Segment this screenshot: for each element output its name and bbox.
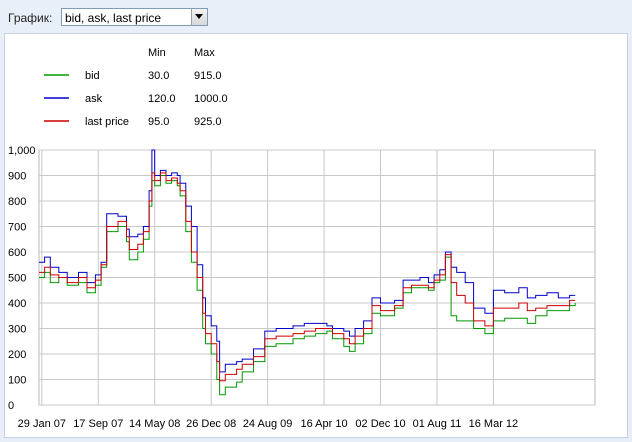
x-tick-label: 16 Mar 12 bbox=[469, 418, 519, 430]
y-tick-label: 300 bbox=[8, 324, 26, 336]
y-tick-label: 1,000 bbox=[8, 145, 36, 157]
toolbar: График: bid, ask, last price bbox=[0, 0, 632, 33]
series-line-ask bbox=[39, 149, 576, 373]
series-lines bbox=[39, 149, 576, 396]
legend-min-bid: 30.0 bbox=[148, 70, 169, 82]
legend: Min Max bid 30.0 915.0 ask 120.0 1000.0 … bbox=[44, 47, 228, 128]
y-tick-label: 400 bbox=[8, 298, 26, 310]
chart-series-select[interactable]: bid, ask, last price bbox=[61, 8, 208, 26]
legend-max-ask: 1000.0 bbox=[194, 93, 228, 105]
y-tick-label: 900 bbox=[8, 171, 26, 183]
y-tick-label: 600 bbox=[8, 247, 26, 259]
chevron-down-icon bbox=[195, 14, 203, 19]
legend-min-ask: 120.0 bbox=[148, 93, 176, 105]
y-tick-label: 500 bbox=[8, 273, 26, 285]
y-tick-label: 0 bbox=[8, 400, 14, 412]
legend-min-header: Min bbox=[148, 47, 166, 59]
y-tick-label: 800 bbox=[8, 196, 26, 208]
x-axis-ticks: 29 Jan 07 17 Sep 07 14 May 08 26 Dec 08 24 A… bbox=[18, 418, 519, 430]
x-tick-label: 14 May 08 bbox=[129, 418, 180, 430]
legend-label-last-price: last price bbox=[85, 116, 129, 128]
legend-max-last-price: 925.0 bbox=[194, 116, 222, 128]
y-tick-label: 100 bbox=[8, 375, 26, 387]
legend-max-bid: 915.0 bbox=[194, 70, 222, 82]
x-tick-label: 26 Dec 08 bbox=[186, 418, 236, 430]
x-tick-label: 24 Aug 09 bbox=[243, 418, 293, 430]
chart-select-label: График: bbox=[8, 11, 53, 25]
x-tick-label: 17 Sep 07 bbox=[73, 418, 123, 430]
grid bbox=[38, 149, 596, 406]
series-line-last-price bbox=[39, 172, 576, 382]
y-axis-ticks: 1,000 900 800 700 600 500 400 300 200 100 0 bbox=[8, 145, 36, 412]
legend-label-bid: bid bbox=[85, 70, 100, 82]
x-tick-label: 02 Dec 10 bbox=[355, 418, 405, 430]
legend-min-last-price: 95.0 bbox=[148, 116, 169, 128]
series-line-bid bbox=[39, 175, 576, 396]
price-chart: Min Max bid 30.0 915.0 ask 120.0 1000.0 … bbox=[8, 47, 596, 430]
x-tick-label: 29 Jan 07 bbox=[18, 418, 66, 430]
chart-panel: Min Max bid 30.0 915.0 ask 120.0 1000.0 … bbox=[4, 33, 628, 438]
x-tick-label: 16 Apr 10 bbox=[301, 418, 348, 430]
legend-max-header: Max bbox=[194, 47, 215, 59]
legend-label-ask: ask bbox=[85, 93, 103, 105]
y-tick-label: 700 bbox=[8, 222, 26, 234]
y-tick-label: 200 bbox=[8, 349, 26, 361]
dropdown-arrow-button[interactable] bbox=[191, 9, 207, 25]
x-tick-label: 01 Aug 11 bbox=[413, 418, 462, 430]
chart-series-select-value: bid, ask, last price bbox=[65, 11, 162, 25]
